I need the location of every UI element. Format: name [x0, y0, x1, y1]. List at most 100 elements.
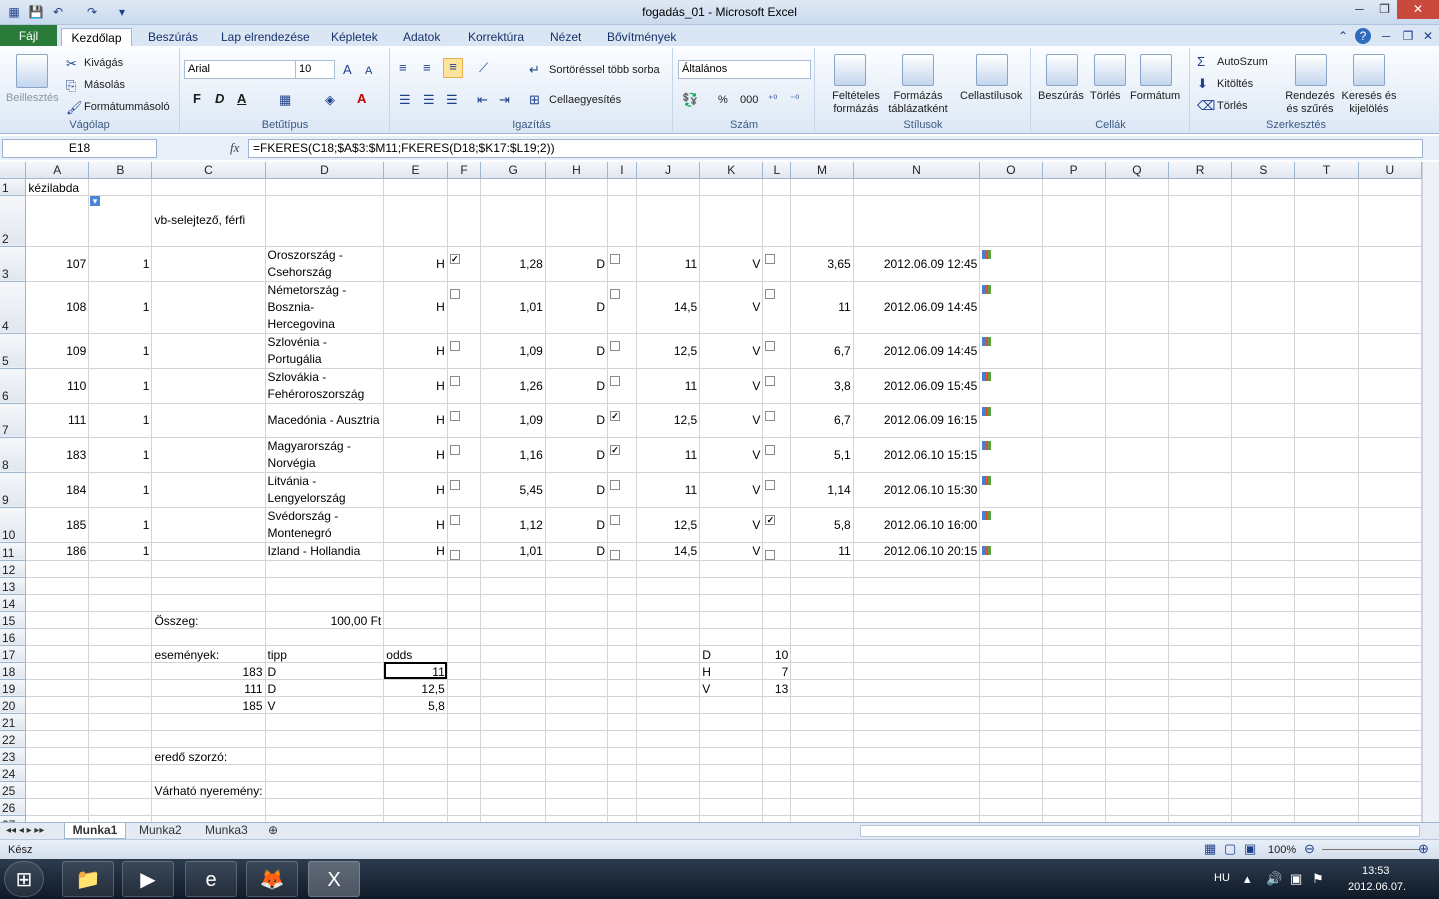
cell-p11[interactable] [1042, 542, 1106, 561]
cell-m9[interactable]: 1,14 [790, 472, 854, 508]
cell-q22[interactable] [1105, 730, 1170, 748]
filter-dropdown-icon[interactable]: ▾ [90, 196, 100, 206]
cell-n27[interactable] [853, 815, 981, 822]
checked-checkbox[interactable] [610, 410, 621, 421]
cell-f13[interactable] [447, 577, 482, 595]
cell-e5[interactable]: H [383, 333, 448, 369]
cell-u4[interactable] [1358, 281, 1422, 334]
cell-s10[interactable] [1231, 507, 1296, 543]
cell-o5[interactable] [979, 333, 1043, 369]
minimize-button[interactable]: ─ [1347, 0, 1372, 19]
unchecked-checkbox[interactable] [765, 375, 776, 386]
excel-taskbar-icon[interactable]: X [308, 861, 360, 897]
cell-j21[interactable] [636, 713, 701, 731]
cell-j14[interactable] [636, 594, 701, 612]
cell-o24[interactable] [979, 764, 1043, 782]
cell-s8[interactable] [1231, 437, 1296, 473]
zoom-level[interactable]: 100% [1268, 844, 1296, 857]
cell-u17[interactable] [1358, 645, 1422, 663]
cell-g3[interactable]: 1,28 [480, 246, 546, 282]
cell-i20[interactable] [607, 696, 637, 714]
cell-s11[interactable] [1231, 542, 1296, 561]
cell-j25[interactable] [636, 781, 701, 799]
column-header-d[interactable]: D [265, 162, 385, 179]
insert-sheet-icon[interactable]: ⊕ [268, 823, 278, 839]
cell-j18[interactable] [636, 662, 701, 680]
cell-g24[interactable] [480, 764, 546, 782]
cell-t27[interactable] [1294, 815, 1359, 822]
fill-button[interactable]: Kitöltés [1217, 78, 1253, 91]
cell-i3[interactable] [607, 246, 637, 282]
cell-j11[interactable]: 14,5 [636, 542, 701, 561]
cell-s24[interactable] [1231, 764, 1296, 782]
cell-i7[interactable] [607, 403, 637, 438]
cell-r17[interactable] [1168, 645, 1233, 663]
cell-a4[interactable]: 108 [25, 281, 90, 334]
row-header[interactable]: 4 [0, 281, 27, 334]
cell-c6[interactable] [151, 368, 266, 404]
cell-r5[interactable] [1168, 333, 1233, 369]
cell-c18[interactable]: 183 [151, 662, 266, 680]
cell-e27[interactable] [383, 815, 448, 822]
cell-d6[interactable]: Szlovákia - Fehéroroszország [265, 368, 385, 404]
cell-t3[interactable] [1294, 246, 1359, 282]
cell-a14[interactable] [25, 594, 90, 612]
row-header[interactable]: 14 [0, 594, 27, 612]
cell-j23[interactable] [636, 747, 701, 765]
cell-p1[interactable] [1042, 178, 1106, 196]
column-header-n[interactable]: N [853, 162, 981, 179]
increase-decimal-icon[interactable]: ⁺⁰ [768, 92, 777, 108]
tab-page-layout[interactable]: Lap elrendezése [221, 28, 310, 46]
column-header-k[interactable]: K [699, 162, 764, 179]
cell-s21[interactable] [1231, 713, 1296, 731]
cell-q26[interactable] [1105, 798, 1170, 816]
cell-f12[interactable] [447, 560, 482, 578]
row-header[interactable]: 19 [0, 679, 27, 697]
cell-t19[interactable] [1294, 679, 1359, 697]
cell-g13[interactable] [480, 577, 546, 595]
cell-s18[interactable] [1231, 662, 1296, 680]
cell-o20[interactable] [979, 696, 1043, 714]
cell-u22[interactable] [1358, 730, 1422, 748]
volume-icon[interactable]: 🔊 [1266, 871, 1282, 887]
cell-d24[interactable] [265, 764, 385, 782]
cell-n12[interactable] [853, 560, 981, 578]
accounting-format-icon[interactable]: 💱 [682, 92, 698, 108]
cell-c7[interactable] [151, 403, 266, 438]
cell-g25[interactable] [480, 781, 546, 799]
chart-object-icon[interactable] [982, 336, 992, 346]
shrink-font-icon[interactable]: A [365, 63, 372, 79]
row-header[interactable]: 10 [0, 507, 27, 543]
cell-s4[interactable] [1231, 281, 1296, 334]
cell-s27[interactable] [1231, 815, 1296, 822]
cell-d1[interactable] [265, 178, 385, 196]
cell-a23[interactable] [25, 747, 90, 765]
cell-k7[interactable]: V [699, 403, 764, 438]
cell-k19[interactable]: V [699, 679, 764, 697]
unchecked-checkbox[interactable] [765, 340, 776, 351]
unchecked-checkbox[interactable] [449, 410, 460, 421]
cell-f20[interactable] [447, 696, 482, 714]
cell-m7[interactable]: 6,7 [790, 403, 854, 438]
cell-u15[interactable] [1358, 611, 1422, 629]
name-box[interactable]: E18 [2, 139, 157, 158]
cell-f26[interactable] [447, 798, 482, 816]
cell-a26[interactable] [25, 798, 90, 816]
cell-l11[interactable] [762, 542, 792, 561]
cell-r22[interactable] [1168, 730, 1233, 748]
cell-a27[interactable] [25, 815, 90, 822]
cell-m24[interactable] [790, 764, 854, 782]
cell-h17[interactable] [545, 645, 609, 663]
cell-b8[interactable]: 1 [88, 437, 153, 473]
cell-k26[interactable] [699, 798, 764, 816]
cell-f27[interactable] [447, 815, 482, 822]
network-icon[interactable]: ▣ [1290, 871, 1302, 887]
unchecked-checkbox[interactable] [449, 340, 460, 351]
row-header[interactable]: 9 [0, 472, 27, 508]
cell-e18[interactable]: 11 [383, 662, 448, 680]
row-header[interactable]: 24 [0, 764, 27, 782]
chart-object-icon[interactable] [982, 284, 992, 294]
align-bottom-icon[interactable]: ≡ [443, 58, 463, 78]
cell-n18[interactable] [853, 662, 981, 680]
cell-s13[interactable] [1231, 577, 1296, 595]
